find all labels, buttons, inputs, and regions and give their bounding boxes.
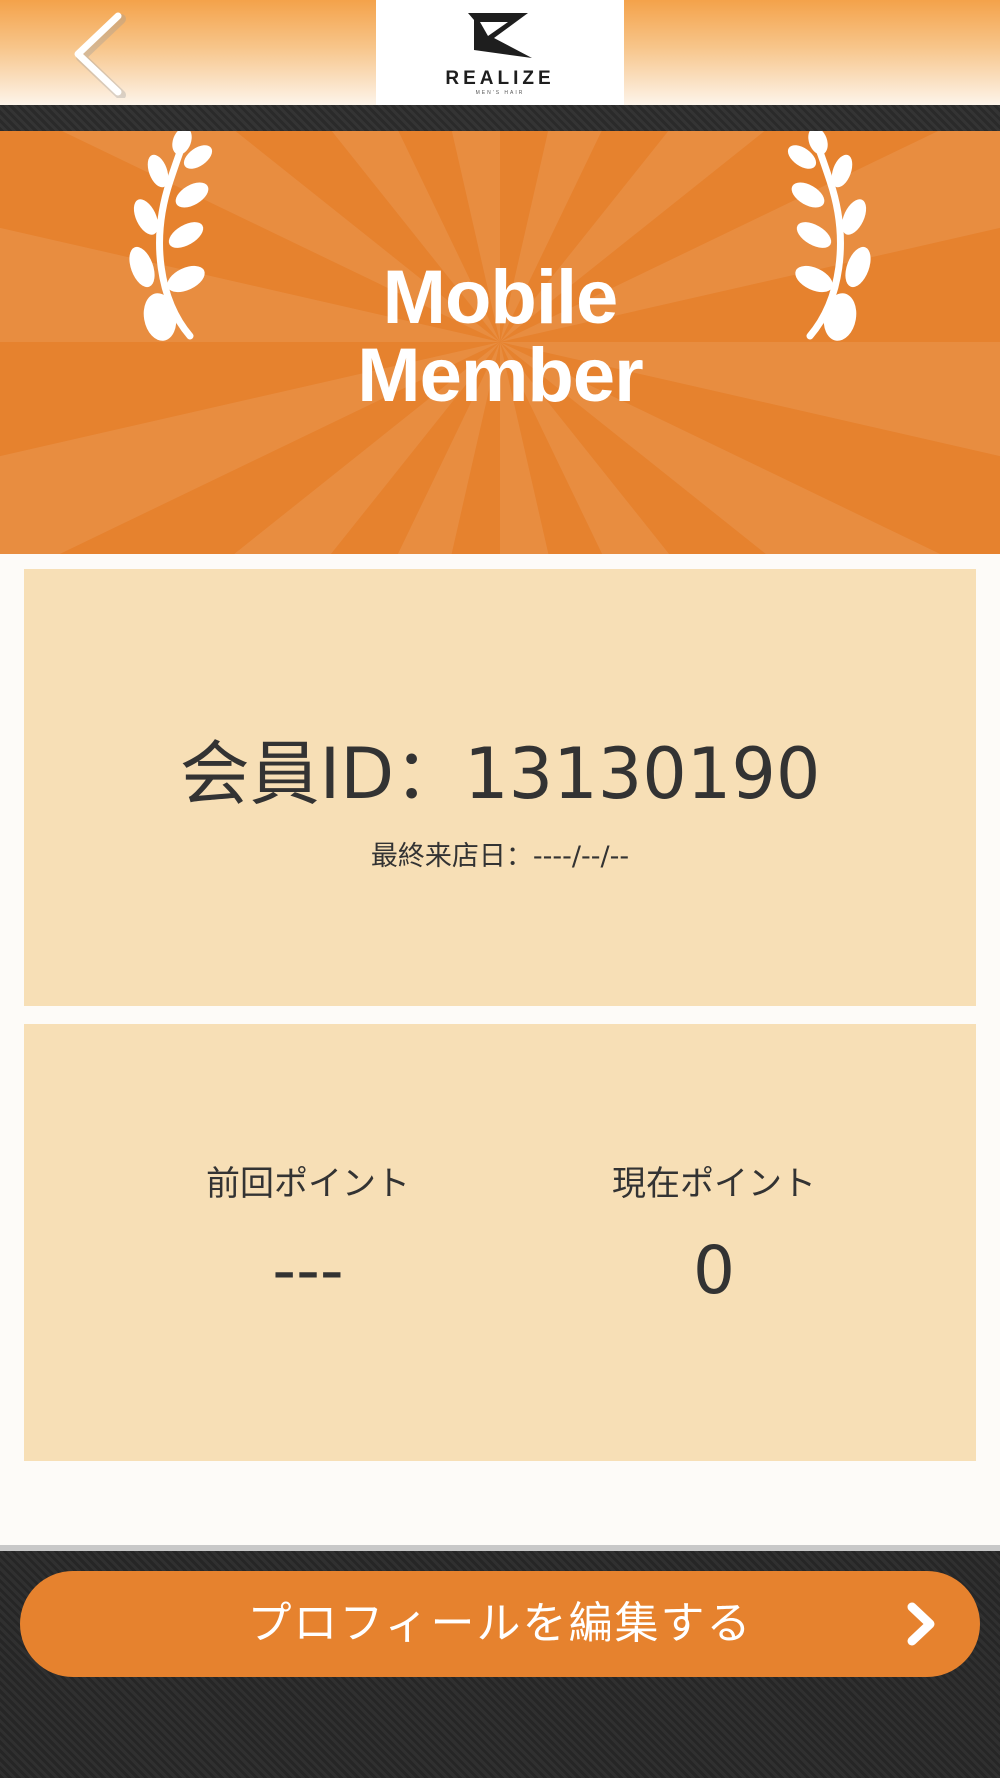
back-button[interactable]: [60, 8, 140, 100]
last-visit-date: 最終来店日：----/--/--: [370, 841, 630, 872]
logo-mark-icon: [468, 13, 532, 58]
previous-points-label: 前回ポイント: [206, 1164, 410, 1204]
logo-text: REALIZE: [445, 68, 555, 89]
edit-profile-button[interactable]: プロフィールを編集する: [20, 1571, 980, 1677]
logo-subtext: MEN'S HAIR: [475, 90, 525, 96]
previous-points: 前回ポイント ---: [24, 1164, 500, 1308]
banner-title-line1: Mobile: [382, 255, 619, 340]
member-banner: Mobile Member: [0, 131, 1000, 554]
chevron-right-icon: [907, 1602, 935, 1646]
previous-points-value: ---: [272, 1232, 344, 1309]
brand-logo: REALIZE MEN'S HAIR: [376, 0, 624, 105]
member-id: 会員ID：13130190: [179, 733, 821, 815]
chevron-left-icon: [74, 12, 126, 100]
member-id-card: 会員ID：13130190 最終来店日：----/--/--: [24, 569, 976, 1006]
app-header: REALIZE MEN'S HAIR: [0, 0, 1000, 105]
footer-bar: プロフィールを編集する: [0, 1551, 1000, 1778]
banner-title: Mobile Member: [0, 259, 1000, 415]
header-divider: [0, 105, 1000, 131]
edit-profile-label: プロフィールを編集する: [247, 1598, 753, 1649]
current-points: 現在ポイント 0: [500, 1164, 976, 1308]
current-points-label: 現在ポイント: [612, 1164, 816, 1204]
current-points-value: 0: [693, 1232, 735, 1309]
points-card: 前回ポイント --- 現在ポイント 0: [24, 1024, 976, 1461]
banner-title-line2: Member: [357, 333, 643, 418]
